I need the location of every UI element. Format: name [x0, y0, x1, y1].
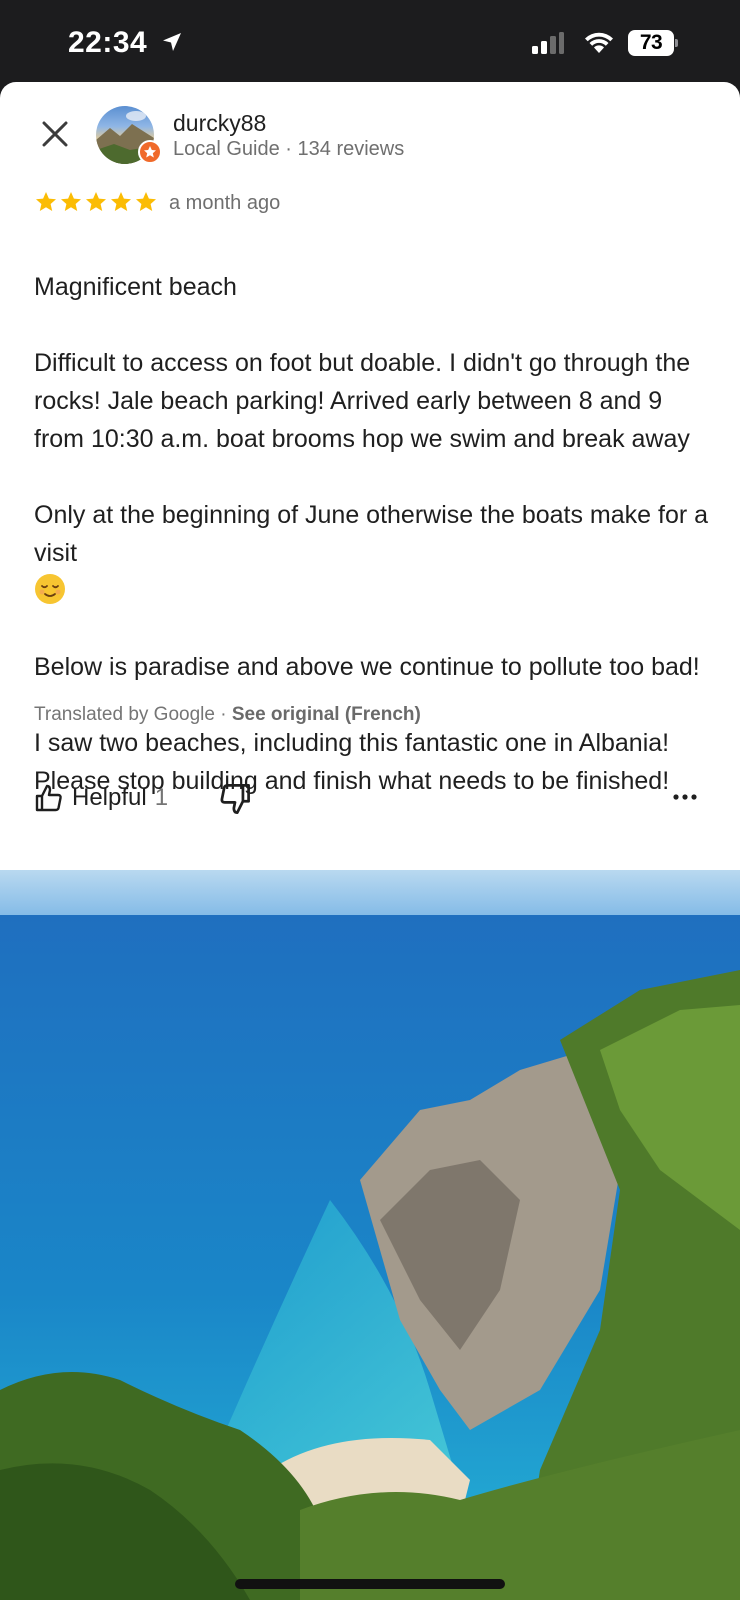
helpful-count: 1: [154, 784, 169, 811]
review-text-line: Magnificent beach: [34, 273, 237, 301]
location-arrow-icon: [163, 33, 181, 51]
star-icon: [36, 192, 56, 211]
helpful-label: Helpful: [72, 784, 147, 811]
review-text-line: Only at the beginning of June otherwise …: [34, 501, 709, 567]
author-meta: Local Guide · 134 reviews: [173, 138, 405, 160]
more-options-button[interactable]: [670, 782, 700, 812]
battery-level: 73: [639, 31, 663, 54]
translation-note: Translated by Google · See original (Fre…: [34, 704, 421, 726]
author-name[interactable]: durcky88: [173, 110, 266, 137]
battery-indicator: 73: [628, 30, 678, 56]
more-dots-icon: [673, 794, 697, 800]
star-icon: [61, 192, 81, 211]
review-text-line: Difficult to access on foot but doable. …: [34, 349, 691, 453]
thumbs-up-icon: [35, 784, 62, 812]
helpful-button[interactable]: Helpful 1: [34, 778, 168, 818]
close-button[interactable]: [36, 115, 74, 153]
star-icon: [111, 192, 131, 211]
close-icon: [42, 121, 68, 147]
cellular-signal-icon: [532, 32, 564, 54]
status-bar: 22:34 73: [0, 0, 740, 82]
review-photo[interactable]: [0, 870, 740, 1600]
translated-by-label: Translated by Google ·: [34, 704, 232, 725]
star-icon: [86, 192, 106, 211]
review-sheet: durcky88 Local Guide · 134 reviews a mon…: [0, 82, 740, 1600]
star-icon: [136, 192, 156, 211]
relieved-face-emoji-icon: [35, 574, 65, 604]
review-date: a month ago: [169, 192, 281, 214]
thumbs-down-icon[interactable]: [218, 782, 252, 816]
wifi-icon: [585, 32, 613, 53]
home-indicator[interactable]: [235, 1579, 505, 1589]
star-rating: [34, 190, 158, 214]
status-time: 22:34: [68, 26, 148, 59]
review-text-line: Below is paradise and above we continue …: [34, 653, 700, 681]
local-guide-badge-icon: [138, 140, 162, 164]
see-original-link[interactable]: See original (French): [232, 704, 421, 725]
